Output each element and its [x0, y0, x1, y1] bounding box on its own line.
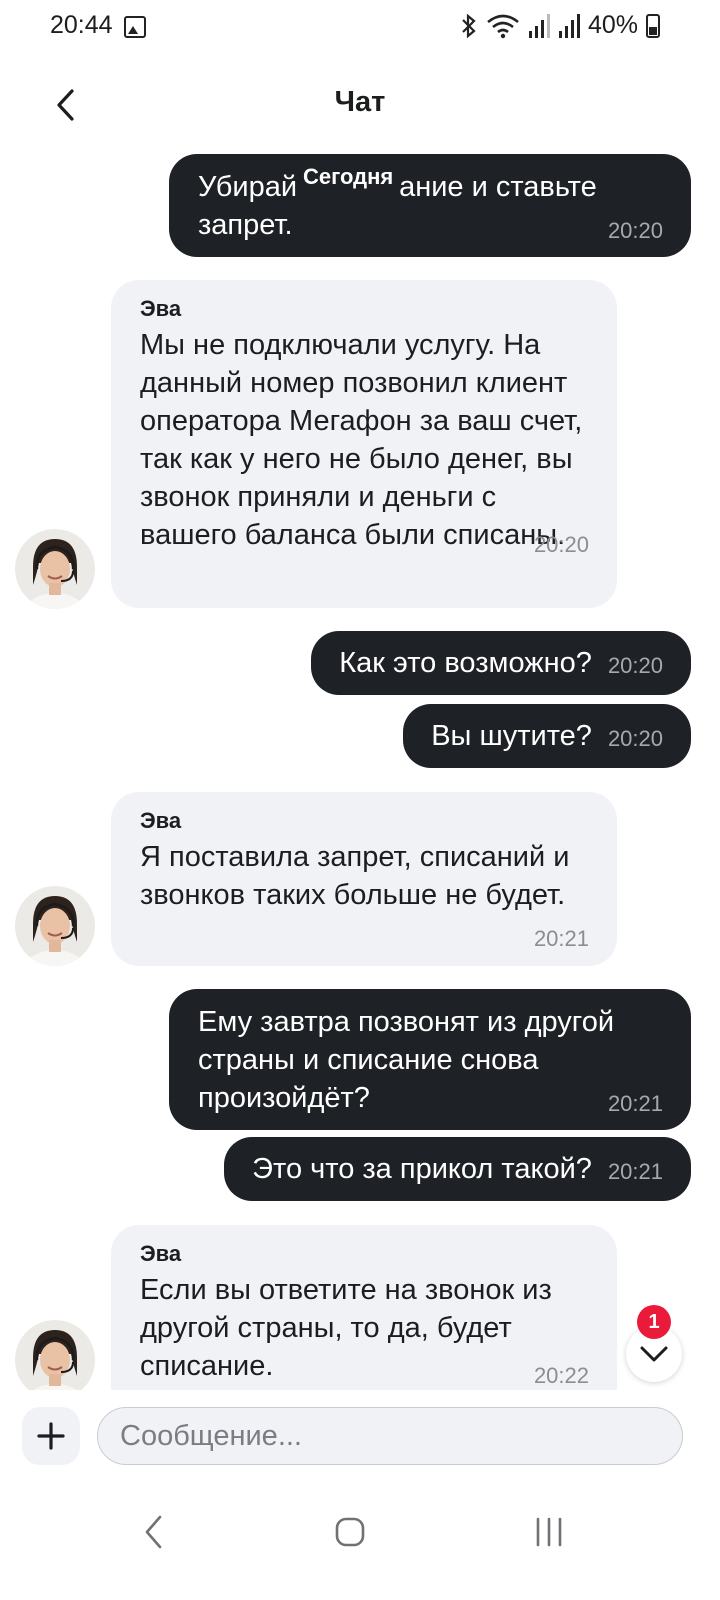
nav-back-button[interactable]	[113, 1504, 193, 1560]
message-outgoing[interactable]: Вы шутите? 20:20	[403, 704, 691, 768]
system-nav-bar	[0, 1480, 720, 1600]
sender-name: Эва	[140, 808, 182, 833]
avatar[interactable]	[15, 529, 95, 609]
message-outgoing[interactable]: Как это возможно? 20:20	[311, 631, 691, 695]
message-outgoing[interactable]: Это что за прикол такой? 20:21	[224, 1137, 691, 1201]
nav-recents-button[interactable]	[509, 1504, 589, 1560]
message-time: 20:21	[607, 1091, 663, 1116]
battery-icon	[646, 13, 660, 38]
message-composer	[0, 1392, 720, 1480]
message-input[interactable]	[97, 1407, 683, 1465]
message-time: 20:20	[607, 726, 663, 751]
message-text: Ему завтра позвонят из другой страны и с…	[198, 1006, 615, 1114]
message-text: Вы шутите?	[431, 720, 592, 752]
attach-button[interactable]	[22, 1407, 80, 1465]
message-time: 20:21	[533, 926, 589, 951]
page-title: Чат	[334, 86, 386, 118]
chat-header: Чат	[0, 70, 720, 140]
bluetooth-icon	[462, 13, 476, 38]
avatar[interactable]	[15, 886, 95, 966]
signal-icon	[528, 13, 550, 38]
message-incoming[interactable]: Эва Если вы ответите на звонок из другой…	[111, 1225, 617, 1390]
message-time: 20:20	[607, 653, 663, 678]
signal-icon	[558, 13, 580, 38]
chat-messages[interactable]: Убирай ание и ставьте запрет. 20:20 Сегод…	[0, 150, 720, 1390]
nav-home-button[interactable]	[310, 1504, 390, 1560]
message-text: Убирай ание и ставьте запрет.	[198, 171, 597, 241]
status-bar: 20:44 40%	[0, 0, 720, 56]
sender-name: Эва	[140, 1241, 182, 1266]
message-incoming[interactable]: Эва Мы не подключали услугу. На данный н…	[111, 280, 617, 608]
message-outgoing[interactable]: Убирай ание и ставьте запрет. 20:20	[169, 154, 691, 257]
message-text: Это что за прикол такой?	[252, 1153, 592, 1185]
nav-recents-icon	[536, 1517, 562, 1547]
message-time: 20:21	[607, 1159, 663, 1184]
message-incoming[interactable]: Эва Я поставила запрет, списаний и звонк…	[111, 792, 617, 966]
nav-back-icon	[145, 1515, 162, 1549]
battery-percent: 40%	[587, 11, 638, 39]
status-time: 20:44	[50, 11, 113, 39]
message-text: Как это возможно?	[339, 647, 592, 679]
date-separator: Сегодня	[303, 164, 394, 189]
message-outgoing[interactable]: Ему завтра позвонят из другой страны и с…	[169, 989, 691, 1130]
status-icons: 40%	[460, 11, 660, 40]
nav-home-icon	[335, 1517, 365, 1547]
image-icon	[124, 16, 146, 38]
sender-name: Эва	[140, 296, 182, 321]
wifi-icon	[487, 14, 519, 38]
avatar[interactable]	[15, 1320, 95, 1390]
unread-badge: 1	[637, 1305, 671, 1339]
plus-icon	[37, 1422, 65, 1450]
message-time: 20:20	[607, 218, 663, 243]
chevron-down-icon	[640, 1346, 668, 1362]
message-text: Я поставила запрет, списаний и звонков т…	[140, 841, 570, 911]
message-text: Мы не подключали услугу. На данный номер…	[140, 329, 583, 551]
